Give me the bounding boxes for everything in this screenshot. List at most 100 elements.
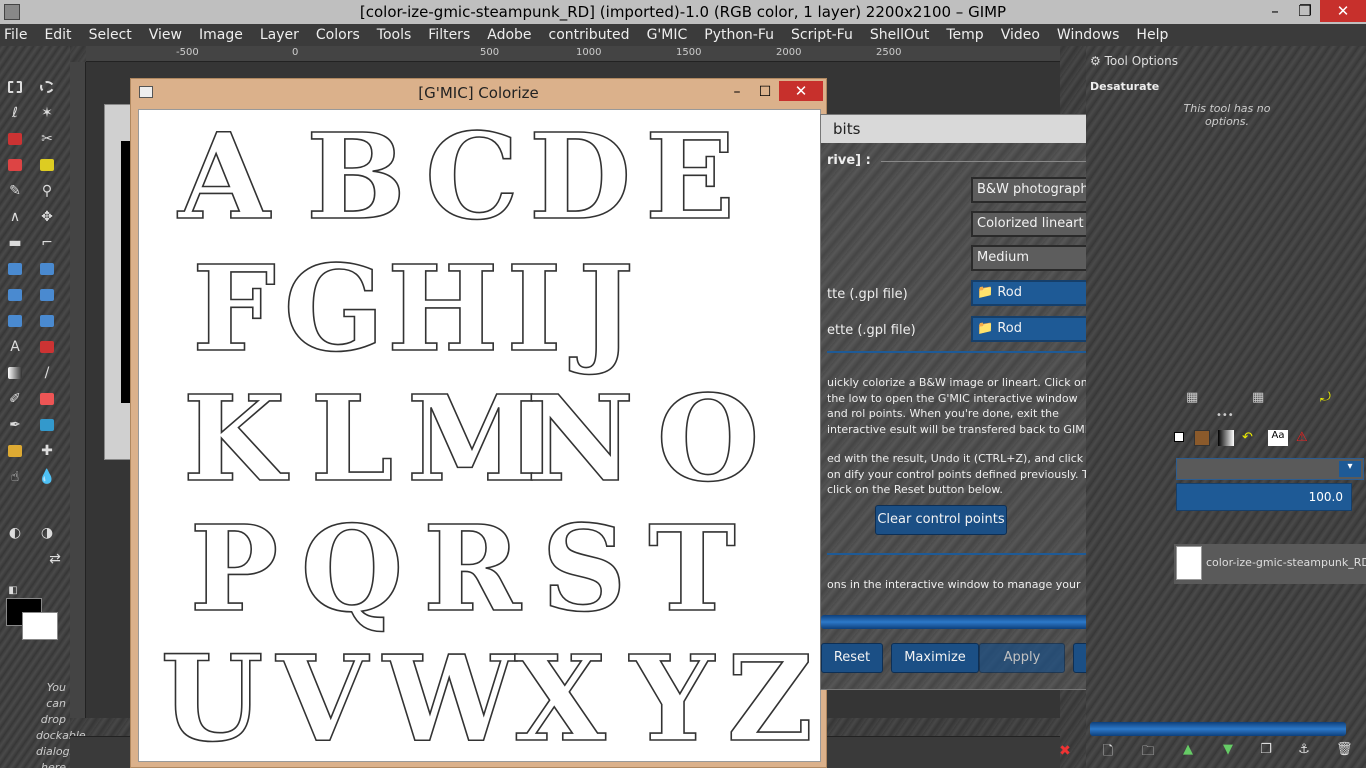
cancel-icon[interactable]: ✖: [1056, 743, 1074, 761]
shear-icon[interactable]: [6, 286, 24, 304]
lasso-icon[interactable]: ℓ: [6, 104, 24, 122]
menu-adobe[interactable]: Adobe: [487, 27, 531, 43]
dock-handle[interactable]: •••: [1216, 410, 1234, 421]
menu-image[interactable]: Image: [199, 27, 243, 43]
delete-layer-icon[interactable]: 🗑: [1336, 742, 1353, 758]
pattern-icon[interactable]: ▦: [1186, 390, 1202, 406]
color-select-icon[interactable]: [6, 130, 24, 148]
measure-icon[interactable]: ∧: [6, 208, 24, 226]
menu-edit[interactable]: Edit: [44, 27, 71, 43]
foreground-select-icon[interactable]: [6, 156, 24, 174]
cage-icon[interactable]: [38, 312, 56, 330]
heal-icon[interactable]: ✚: [38, 442, 56, 460]
restore-icon[interactable]: ⤾: [1320, 390, 1336, 406]
menu-view[interactable]: View: [149, 27, 182, 43]
apply-button[interactable]: Apply: [979, 643, 1065, 673]
anchor-icon[interactable]: ⚓: [1296, 742, 1312, 758]
gradient-tab-icon[interactable]: [1218, 430, 1234, 446]
dodge-burn-icon[interactable]: ◐: [6, 524, 24, 542]
menu-video[interactable]: Video: [1001, 27, 1040, 43]
palette1-label: tte (.gpl file): [827, 287, 908, 302]
bucket-fill-icon[interactable]: [38, 338, 56, 356]
tool-options-tab[interactable]: ⚙ Tool Options: [1090, 54, 1178, 68]
move-icon[interactable]: ✥: [38, 208, 56, 226]
menu-windows[interactable]: Windows: [1057, 27, 1120, 43]
zoom-icon[interactable]: ⚲: [38, 182, 56, 200]
drop-dockable-message: You can drop dockable dialogs here: [36, 681, 86, 768]
paths-icon[interactable]: [38, 156, 56, 174]
default-colors-icon[interactable]: ◧: [4, 582, 22, 600]
gradient-icon[interactable]: ▦: [1252, 390, 1268, 406]
steampunk-letter: K: [182, 369, 286, 508]
undo-tab-icon[interactable]: ↶: [1242, 430, 1258, 446]
new-layer-icon[interactable]: 🗋: [1100, 742, 1116, 759]
menu-colors[interactable]: Colors: [316, 27, 360, 43]
raise-layer-icon[interactable]: ▲: [1180, 742, 1196, 758]
menu-gmic[interactable]: G'MIC: [647, 27, 688, 43]
gmic-close-button[interactable]: ✕: [779, 81, 823, 101]
swap-colors-icon[interactable]: ⇄: [46, 550, 64, 568]
smudge-icon[interactable]: ☝: [6, 468, 24, 486]
minimize-button[interactable]: –: [1258, 0, 1292, 22]
lower-layer-icon[interactable]: ▼: [1220, 742, 1236, 758]
rect-select-icon[interactable]: [6, 78, 24, 96]
menu-help[interactable]: Help: [1136, 27, 1168, 43]
menu-temp[interactable]: Temp: [946, 27, 983, 43]
pencil-icon[interactable]: /: [38, 364, 56, 382]
dock-horizontal-scrollbar[interactable]: [1090, 722, 1346, 736]
gmic-minimize-button[interactable]: –: [723, 81, 751, 103]
duplicate-layer-icon[interactable]: ❐: [1258, 742, 1274, 758]
gmic-preview-canvas[interactable]: A B C D E F G H I J K L M N O P Q R S T …: [138, 109, 821, 762]
layer-mode-combo[interactable]: ▾: [1176, 458, 1364, 480]
new-group-icon[interactable]: 🗀: [1140, 742, 1156, 759]
maximize-button[interactable]: Maximize: [891, 643, 979, 673]
ruler-tick: 2500: [876, 47, 902, 58]
text-icon[interactable]: A: [6, 338, 24, 356]
fuzzy-select-icon[interactable]: ✶: [38, 104, 56, 122]
clone-icon[interactable]: [6, 442, 24, 460]
menu-layer[interactable]: Layer: [260, 27, 299, 43]
desaturate-icon[interactable]: ◑: [38, 524, 56, 542]
steampunk-letter: N: [525, 369, 634, 508]
rotate-icon[interactable]: [6, 260, 24, 278]
flip-icon[interactable]: [6, 312, 24, 330]
menu-tools[interactable]: Tools: [377, 27, 412, 43]
background-color-swatch[interactable]: [22, 612, 58, 640]
perspective-icon[interactable]: [38, 286, 56, 304]
brush-tab-icon[interactable]: [1174, 432, 1184, 442]
reset-button[interactable]: Reset: [821, 643, 883, 673]
menu-file[interactable]: File: [4, 27, 27, 43]
menu-python-fu[interactable]: Python-Fu: [704, 27, 774, 43]
chevron-down-icon[interactable]: ▾: [1339, 461, 1361, 477]
layer-row[interactable]: color-ize-gmic-steampunk_RD.: [1174, 544, 1366, 584]
airbrush-icon[interactable]: ✒: [6, 416, 24, 434]
opacity-slider[interactable]: 100.0: [1176, 483, 1352, 511]
close-button[interactable]: ✕: [1320, 0, 1366, 22]
steampunk-letter: M: [406, 369, 538, 508]
steampunk-letter: B: [305, 107, 406, 246]
menu-shellout[interactable]: ShellOut: [870, 27, 930, 43]
crop-icon[interactable]: ⌐: [38, 234, 56, 252]
gmic-maximize-button[interactable]: ☐: [751, 81, 779, 103]
ink-icon[interactable]: [38, 416, 56, 434]
dialog-horizontal-scrollbar[interactable]: [821, 615, 1131, 629]
menu-script-fu[interactable]: Script-Fu: [791, 27, 853, 43]
ellipse-select-icon[interactable]: [38, 78, 56, 96]
menu-select[interactable]: Select: [89, 27, 132, 43]
paintbrush-icon[interactable]: ✐: [6, 390, 24, 408]
restore-button[interactable]: ❐: [1288, 0, 1322, 22]
pattern-tab-icon[interactable]: [1194, 430, 1210, 446]
menu-contributed[interactable]: contributed: [549, 27, 630, 43]
color-picker-icon[interactable]: ✎: [6, 182, 24, 200]
font-tab-icon[interactable]: Aa: [1268, 430, 1288, 446]
align-icon[interactable]: ▬: [6, 234, 24, 252]
scissors-icon[interactable]: ✂: [38, 130, 56, 148]
blend-icon[interactable]: [6, 364, 24, 382]
menu-filters[interactable]: Filters: [428, 27, 470, 43]
eraser-icon[interactable]: [38, 390, 56, 408]
clear-control-points-button[interactable]: Clear control points: [875, 505, 1007, 535]
blur-icon[interactable]: 💧: [38, 468, 56, 486]
warning-icon[interactable]: ⚠: [1296, 430, 1312, 446]
palette1-value: Rod: [997, 285, 1022, 300]
scale-icon[interactable]: [38, 260, 56, 278]
